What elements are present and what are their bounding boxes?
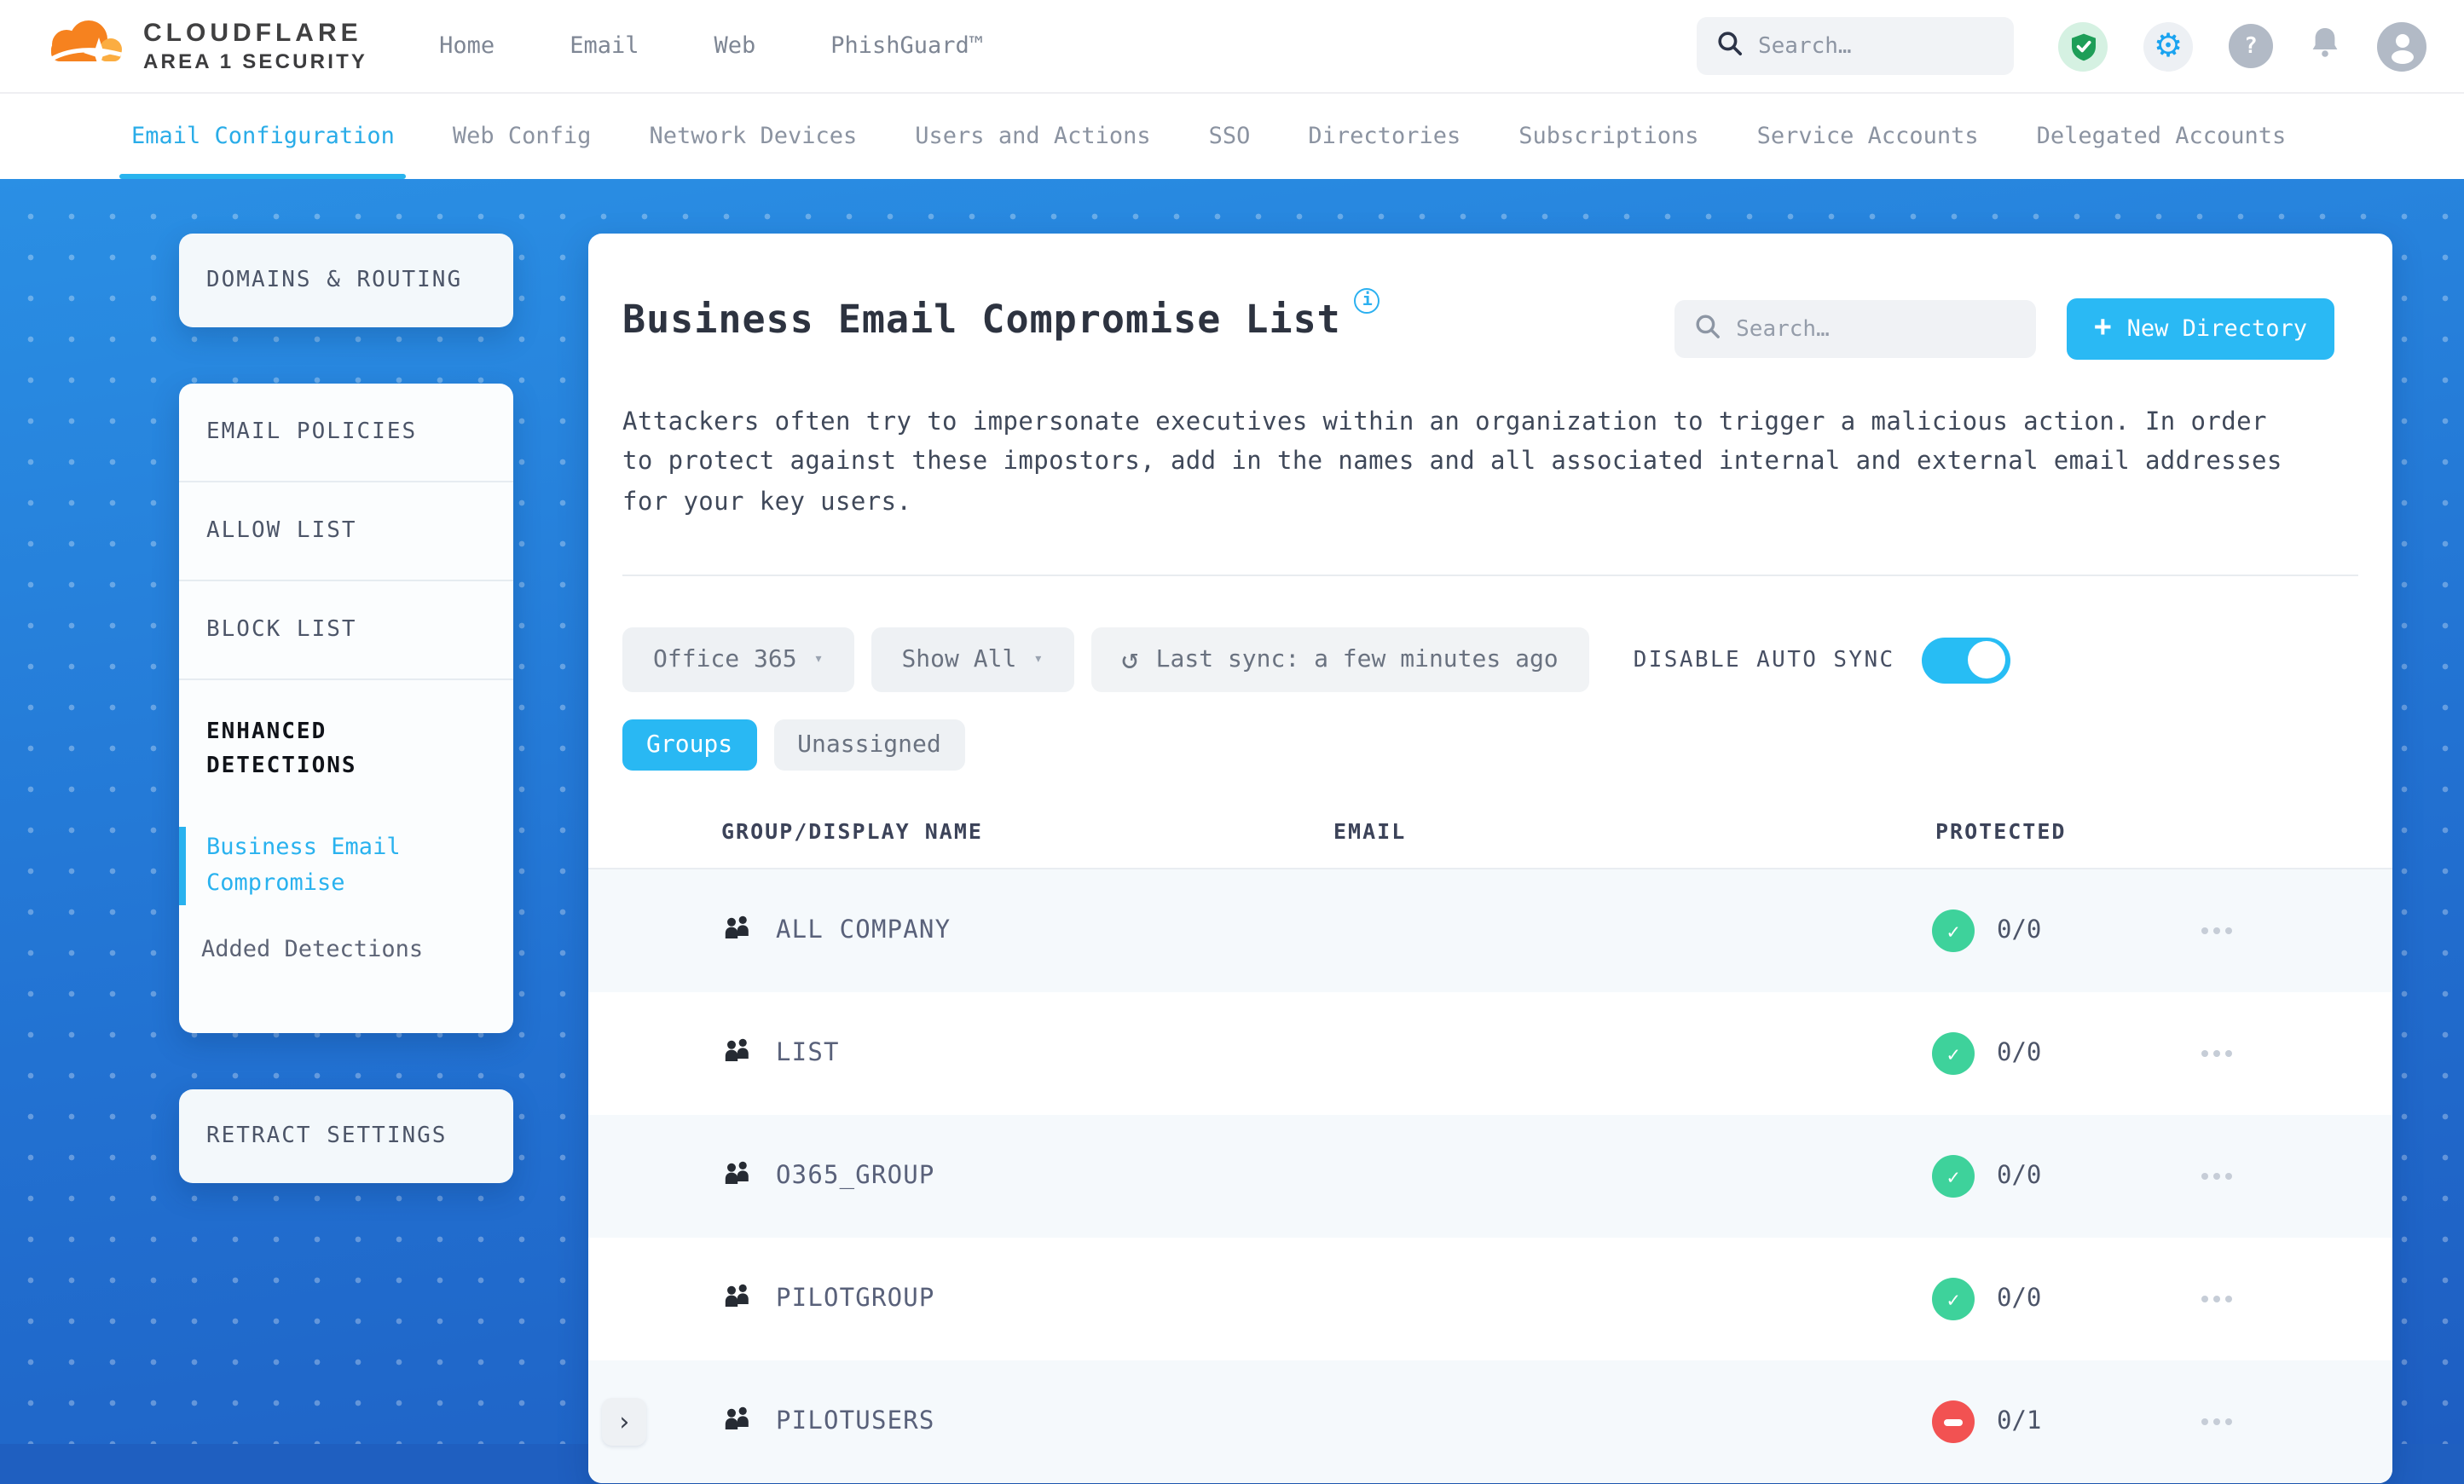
- show-filter-select[interactable]: Show All ▾: [870, 627, 1074, 693]
- group-name: ALL COMPANY: [776, 917, 951, 945]
- row-actions-button[interactable]: [2201, 1296, 2208, 1303]
- row-actions-button[interactable]: [2201, 1050, 2208, 1058]
- column-email: EMAIL: [1333, 818, 1407, 845]
- topbar: CLOUDFLARE AREA 1 SECURITY Home Email We…: [0, 0, 2464, 94]
- tab-delegated-accounts[interactable]: Delegated Accounts: [2008, 94, 2316, 179]
- table-row[interactable]: PILOTGROUP ✓ 0/0: [588, 1238, 2392, 1361]
- protected-count: 0/0: [1997, 917, 2042, 945]
- sidebar-item-added-detections[interactable]: Added Detections: [179, 929, 513, 972]
- page-title: Business Email Compromise List: [622, 298, 1341, 343]
- protected-check-badge: ✓: [1932, 1278, 1975, 1321]
- protected-check-badge: ✓: [1932, 909, 1975, 953]
- group-name: PILOTUSERS: [776, 1408, 935, 1436]
- help-icon[interactable]: ?: [2229, 24, 2273, 68]
- list-search-input[interactable]: Search…: [1674, 300, 2037, 358]
- tab-unassigned[interactable]: Unassigned: [773, 719, 965, 771]
- user-avatar[interactable]: [2377, 21, 2426, 71]
- sidebar-item-business-email-compromise[interactable]: Business Email Compromise: [179, 827, 513, 906]
- nav-email[interactable]: Email: [570, 32, 639, 60]
- group-name: PILOTGROUP: [776, 1285, 935, 1314]
- main-panel: Business Email Compromise List i Search… …: [588, 234, 2392, 1484]
- group-icon: [721, 1284, 754, 1316]
- group-icon: [721, 1406, 754, 1439]
- group-icon: [721, 1161, 754, 1193]
- section-tabs: Email Configuration Web Config Network D…: [0, 94, 2464, 179]
- protected-count: 0/1: [1997, 1408, 2042, 1436]
- sidebar-policies-card: EMAIL POLICIES ALLOW LIST BLOCK LIST ENH…: [179, 384, 513, 1034]
- list-search-placeholder: Search…: [1736, 316, 1830, 342]
- column-protected: PROTECTED: [1935, 818, 2067, 845]
- page-description: Attackers often try to impersonate execu…: [622, 409, 2282, 517]
- brand-name: CLOUDFLARE: [143, 18, 362, 48]
- sidebar-item-block-list[interactable]: BLOCK LIST: [179, 581, 513, 680]
- group-icon: [721, 915, 754, 948]
- chevron-down-icon: ▾: [813, 651, 824, 669]
- tab-service-accounts[interactable]: Service Accounts: [1728, 94, 2008, 179]
- table-row[interactable]: ALL COMPANY ✓ 0/0: [588, 869, 2392, 993]
- brand-subname: AREA 1 SECURITY: [143, 49, 368, 73]
- protected-check-badge: ✓: [1932, 1155, 1975, 1198]
- content-area: DOMAINS & ROUTING EMAIL POLICIES ALLOW L…: [0, 179, 2464, 1484]
- settings-gear-icon[interactable]: ⚙: [2143, 21, 2193, 71]
- nav-web[interactable]: Web: [714, 32, 755, 60]
- last-sync-status: ↺ Last sync: a few minutes ago: [1090, 627, 1589, 693]
- sidebar-item-retract-settings[interactable]: RETRACT SETTINGS: [179, 1089, 513, 1184]
- sidebar-item-enhanced-detections[interactable]: ENHANCED DETECTIONS: [179, 680, 513, 821]
- chevron-right-icon: ›: [616, 1406, 633, 1438]
- cloudflare-logo[interactable]: CLOUDFLARE AREA 1 SECURITY: [38, 14, 367, 78]
- row-actions-button[interactable]: [2201, 1173, 2208, 1181]
- table-row[interactable]: › PILOTUSERS 0/1: [588, 1360, 2392, 1484]
- tab-sso[interactable]: SSO: [1180, 94, 1280, 179]
- sidebar: DOMAINS & ROUTING EMAIL POLICIES ALLOW L…: [179, 234, 513, 1239]
- group-icon: [721, 1038, 754, 1071]
- notifications-bell-icon[interactable]: [2309, 26, 2341, 66]
- row-actions-button[interactable]: [2201, 927, 2208, 935]
- sidebar-item-allow-list[interactable]: ALLOW LIST: [179, 482, 513, 581]
- global-search-input[interactable]: Search…: [1697, 17, 2014, 75]
- cloudflare-cloud-icon: [38, 14, 126, 78]
- nav-home[interactable]: Home: [439, 32, 495, 60]
- app-root: CLOUDFLARE AREA 1 SECURITY Home Email We…: [0, 0, 2464, 1484]
- global-search-placeholder: Search…: [1758, 33, 1852, 59]
- protected-count: 0/0: [1997, 1163, 2042, 1191]
- auto-sync-toggle[interactable]: [1922, 637, 2011, 684]
- column-group-display-name: GROUP/DISPLAY NAME: [721, 818, 983, 845]
- tab-network-devices[interactable]: Network Devices: [620, 94, 886, 179]
- search-icon: [1695, 313, 1721, 345]
- row-actions-button[interactable]: [2201, 1418, 2208, 1426]
- unprotected-minus-badge: [1932, 1400, 1975, 1444]
- protected-count: 0/0: [1997, 1285, 2042, 1314]
- chevron-down-icon: ▾: [1033, 651, 1044, 669]
- tab-users-and-actions[interactable]: Users and Actions: [886, 94, 1179, 179]
- last-sync-text: Last sync: a few minutes ago: [1155, 646, 1559, 674]
- groups-table: GROUP/DISPLAY NAME EMAIL PROTECTED ALL C…: [588, 819, 2392, 1484]
- protected-count: 0/0: [1997, 1040, 2042, 1068]
- tab-directories[interactable]: Directories: [1279, 94, 1489, 179]
- tab-subscriptions[interactable]: Subscriptions: [1489, 94, 1727, 179]
- expand-row-button[interactable]: ›: [602, 1398, 646, 1446]
- auto-sync-label: DISABLE AUTO SYNC: [1633, 647, 1895, 673]
- top-nav: Home Email Web PhishGuard™: [439, 32, 983, 60]
- group-name: LIST: [776, 1040, 840, 1068]
- plus-icon: +: [2094, 310, 2112, 344]
- sidebar-item-email-policies[interactable]: EMAIL POLICIES: [179, 384, 513, 482]
- sidebar-item-domains-routing[interactable]: DOMAINS & ROUTING: [179, 234, 513, 327]
- new-directory-button[interactable]: + New Directory: [2067, 298, 2334, 360]
- info-icon[interactable]: i: [1354, 288, 1380, 314]
- directory-select[interactable]: Office 365 ▾: [622, 627, 854, 693]
- protected-check-badge: ✓: [1932, 1032, 1975, 1076]
- table-row[interactable]: LIST ✓ 0/0: [588, 992, 2392, 1116]
- divider: [622, 575, 2358, 577]
- group-name: O365_GROUP: [776, 1163, 935, 1191]
- security-shield-icon[interactable]: [2058, 21, 2108, 71]
- tab-groups[interactable]: Groups: [622, 719, 757, 771]
- table-header: GROUP/DISPLAY NAME EMAIL PROTECTED: [588, 819, 2392, 870]
- search-icon: [1717, 30, 1743, 62]
- nav-phishguard[interactable]: PhishGuard™: [830, 32, 983, 60]
- tab-email-configuration[interactable]: Email Configuration: [102, 94, 424, 179]
- tab-web-config[interactable]: Web Config: [424, 94, 621, 179]
- refresh-icon[interactable]: ↺: [1121, 644, 1139, 678]
- table-row[interactable]: O365_GROUP ✓ 0/0: [588, 1115, 2392, 1239]
